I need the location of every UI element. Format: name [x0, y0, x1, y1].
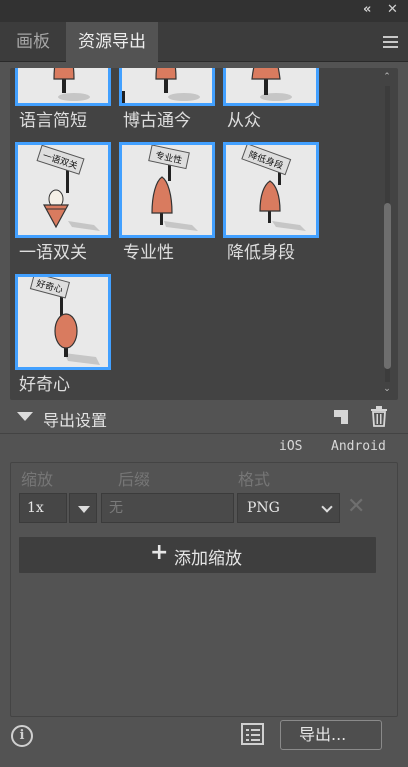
tab-asset-export[interactable]: 资源导出 — [66, 22, 158, 62]
plus-icon: + — [150, 540, 169, 565]
asset-label: 从众 — [227, 111, 261, 131]
close-icon[interactable]: ✕ — [387, 2, 398, 17]
gallery-scrollbar[interactable]: ⌃ ⌄ — [380, 72, 394, 396]
add-scale-label: 添加缩放 — [174, 549, 242, 569]
scale-dropdown-button[interactable] — [69, 493, 97, 523]
asset-label: 博古通今 — [123, 111, 191, 131]
asset-thumbnail[interactable]: 降低身段 — [223, 142, 319, 238]
asset-label: 好奇心 — [19, 375, 70, 395]
section-divider — [0, 433, 408, 434]
asset-label: 一语双关 — [19, 243, 87, 263]
collapse-icon[interactable]: « — [363, 2, 371, 17]
panel-titlebar: « ✕ — [0, 0, 408, 22]
format-select[interactable]: PNG — [237, 493, 340, 523]
asset-label: 专业性 — [123, 243, 174, 263]
scale-column-header: 缩放 — [21, 470, 54, 489]
chevron-down-icon — [78, 506, 90, 513]
asset-label: 语言简短 — [19, 111, 87, 131]
panel-menu-icon[interactable] — [383, 36, 398, 48]
scroll-thumb[interactable] — [384, 203, 391, 369]
tab-artboards[interactable]: 画板 — [4, 22, 62, 62]
asset-thumbnail[interactable] — [119, 68, 215, 106]
suffix-input[interactable]: 无 — [101, 493, 234, 523]
asset-gallery: 语言简短 博古通今 从众 一语双关 一语双关 专业性 专业性 降低身段 降低身段… — [10, 68, 398, 400]
add-scale-button[interactable]: + 添加缩放 — [19, 537, 376, 573]
export-button[interactable]: 导出... — [280, 720, 382, 750]
asset-thumbnail[interactable]: 一语双关 — [15, 142, 111, 238]
scroll-down-icon[interactable]: ⌄ — [381, 384, 393, 394]
list-settings-icon[interactable] — [241, 723, 264, 745]
remove-scale-icon[interactable]: ✕ — [347, 494, 365, 520]
asset-thumbnail[interactable] — [223, 68, 319, 106]
scroll-up-icon[interactable]: ⌃ — [381, 72, 393, 82]
format-column-header: 格式 — [238, 470, 271, 489]
info-icon[interactable]: i — [11, 725, 33, 747]
platform-ios[interactable]: iOS — [279, 439, 302, 454]
asset-label: 降低身段 — [227, 243, 295, 263]
platform-android[interactable]: Android — [331, 439, 386, 454]
format-value: PNG — [247, 500, 280, 516]
asset-thumbnail[interactable]: 专业性 — [119, 142, 215, 238]
asset-thumbnail[interactable] — [15, 68, 111, 106]
chevron-down-icon — [321, 501, 333, 513]
tab-bar: 画板 资源导出 — [0, 22, 408, 62]
suffix-column-header: 后缀 — [118, 470, 151, 489]
trash-icon[interactable] — [370, 406, 388, 427]
new-asset-icon[interactable] — [333, 409, 349, 425]
collapse-triangle-icon[interactable] — [17, 412, 33, 421]
scale-input[interactable]: 1x — [19, 493, 67, 523]
export-settings-title: 导出设置 — [43, 411, 108, 430]
asset-thumbnail[interactable]: 好奇心 — [15, 274, 111, 370]
